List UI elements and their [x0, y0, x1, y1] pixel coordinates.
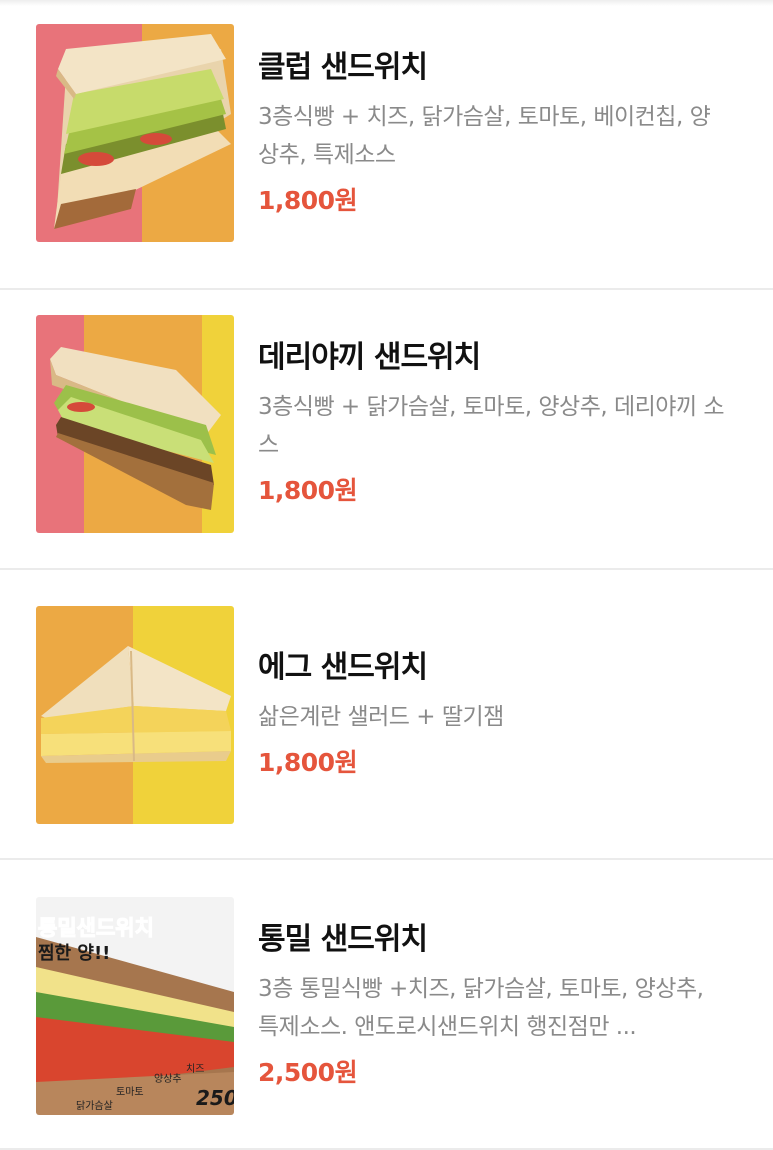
menu-item-name: 에그 샌드위치	[258, 650, 428, 685]
price-fragment-text: 250	[196, 1086, 234, 1110]
menu-item-club-sandwich[interactable]: 클럽 샌드위치 3층식빵 + 치즈, 닭가슴살, 토마토, 베이컨칩, 양상추,…	[0, 0, 773, 290]
club-sandwich-photo-icon	[36, 24, 234, 242]
menu-item-egg-sandwich[interactable]: 에그 샌드위치 삶은계란 샐러드 + 딸기잼 1,800원	[0, 570, 773, 860]
menu-item-price: 1,800원	[258, 748, 358, 777]
wholewheat-sandwich-photo-icon: 통밀샌드위치 찜한 양!! 닭가슴살 토마토 양상추 치즈 250	[36, 897, 234, 1115]
banner-line2-text: 찜한 양!!	[38, 943, 110, 964]
menu-item-info: 클럽 샌드위치 3층식빵 + 치즈, 닭가슴살, 토마토, 베이컨칩, 양상추,…	[258, 48, 738, 218]
menu-item-price: 1,800원	[258, 186, 358, 215]
teriyaki-sandwich-photo-icon	[36, 315, 234, 533]
menu-item-description: 3층 통밀식빵 +치즈, 닭가슴살, 토마토, 양상추, 특제소스. 앤도로시샌…	[258, 976, 704, 1040]
menu-item-price: 2,500원	[258, 1058, 358, 1087]
label-cheese-text: 치즈	[186, 1063, 204, 1075]
menu-item-description: 3층식빵 + 닭가슴살, 토마토, 양상추, 데리야끼 소스	[258, 394, 725, 458]
banner-line1-text: 통밀샌드위치	[38, 916, 154, 940]
menu-item-info: 에그 샌드위치 삶은계란 샐러드 + 딸기잼 1,800원	[258, 648, 738, 780]
menu-item-info: 통밀 샌드위치 3층 통밀식빵 +치즈, 닭가슴살, 토마토, 양상추, 특제소…	[258, 920, 738, 1090]
menu-item-teriyaki-sandwich[interactable]: 데리야끼 샌드위치 3층식빵 + 닭가슴살, 토마토, 양상추, 데리야끼 소스…	[0, 280, 773, 570]
menu-item-description: 3층식빵 + 치즈, 닭가슴살, 토마토, 베이컨칩, 양상추, 특제소스	[258, 104, 711, 168]
menu-item-name: 클럽 샌드위치	[258, 50, 428, 85]
menu-item-name: 통밀 샌드위치	[258, 922, 428, 957]
menu-item-price: 1,800원	[258, 476, 358, 505]
label-lettuce-text: 양상추	[154, 1073, 182, 1085]
label-tomato-text: 토마토	[116, 1086, 144, 1098]
menu-item-name: 데리야끼 샌드위치	[258, 340, 481, 375]
menu-item-description: 삶은계란 샐러드 + 딸기잼	[258, 704, 504, 730]
label-chicken-text: 닭가슴살	[76, 1100, 113, 1112]
menu-item-wholewheat-sandwich[interactable]: 통밀샌드위치 찜한 양!! 닭가슴살 토마토 양상추 치즈 250 통밀 샌드위…	[0, 860, 773, 1150]
menu-item-info: 데리야끼 샌드위치 3층식빵 + 닭가슴살, 토마토, 양상추, 데리야끼 소스…	[258, 338, 738, 508]
egg-sandwich-photo-icon	[36, 606, 234, 824]
